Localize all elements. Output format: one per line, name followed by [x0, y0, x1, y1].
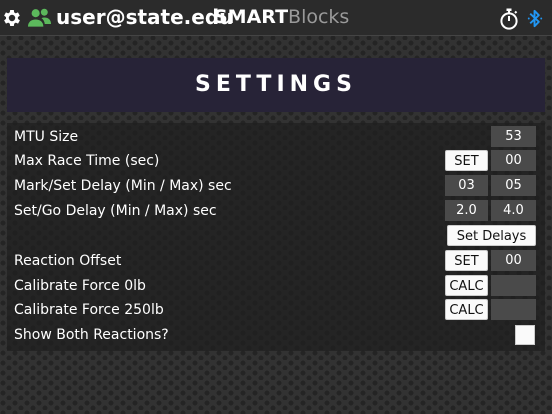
mark-set-delay-min[interactable]: 03 [445, 175, 488, 196]
app-logo-bold: SMART [214, 6, 289, 28]
title-panel: SETTINGS [7, 58, 545, 112]
page-title: SETTINGS [195, 72, 357, 97]
set-delays-button[interactable]: Set Delays [447, 225, 536, 246]
max-race-time-set-button[interactable]: SET [445, 150, 488, 171]
calibrate-force-0-calc-button[interactable]: CALC [445, 275, 488, 296]
settings-panel: MTU Size 53 Max Race Time (sec) SET 00 M… [7, 123, 545, 351]
gear-icon[interactable] [1, 7, 23, 29]
calibrate-force-250-value [491, 299, 536, 320]
set-go-delay-row: Set/Go Delay (Min / Max) sec 2.0 4.0 [7, 200, 545, 224]
calibrate-force-250-label: Calibrate Force 250lb [14, 302, 164, 318]
show-both-reactions-label: Show Both Reactions? [14, 327, 169, 343]
app-logo: SMARTBlocks [214, 6, 349, 28]
stopwatch-icon[interactable] [499, 8, 519, 30]
set-delays-row: Set Delays [7, 225, 545, 249]
calibrate-force-0-label: Calibrate Force 0lb [14, 278, 146, 294]
max-race-time-row: Max Race Time (sec) SET 00 [7, 150, 545, 174]
set-go-delay-label: Set/Go Delay (Min / Max) sec [14, 203, 217, 219]
bluetooth-icon[interactable] [527, 7, 543, 30]
show-both-reactions-checkbox[interactable] [515, 325, 535, 345]
top-bar: user@state.edu SMARTBlocks [0, 0, 552, 36]
calibrate-force-250-row: Calibrate Force 250lb CALC [7, 299, 545, 323]
reaction-offset-row: Reaction Offset SET 00 [7, 250, 545, 274]
max-race-time-value[interactable]: 00 [491, 150, 536, 171]
set-go-delay-max[interactable]: 4.0 [491, 200, 536, 221]
show-both-reactions-row: Show Both Reactions? [7, 324, 545, 348]
users-icon[interactable] [27, 7, 52, 29]
calibrate-force-250-calc-button[interactable]: CALC [445, 299, 488, 320]
max-race-time-label: Max Race Time (sec) [14, 153, 160, 169]
mtu-size-label: MTU Size [14, 129, 79, 145]
user-email: user@state.edu [56, 5, 234, 29]
reaction-offset-value[interactable]: 00 [491, 250, 536, 271]
mark-set-delay-max[interactable]: 05 [491, 175, 536, 196]
set-go-delay-min[interactable]: 2.0 [445, 200, 488, 221]
mark-set-delay-row: Mark/Set Delay (Min / Max) sec 03 05 [7, 175, 545, 199]
calibrate-force-0-value [491, 275, 536, 296]
calibrate-force-0-row: Calibrate Force 0lb CALC [7, 275, 545, 299]
reaction-offset-label: Reaction Offset [14, 253, 122, 269]
mtu-size-value[interactable]: 53 [491, 126, 536, 147]
mtu-size-row: MTU Size 53 [7, 126, 545, 150]
reaction-offset-set-button[interactable]: SET [445, 250, 488, 271]
mark-set-delay-label: Mark/Set Delay (Min / Max) sec [14, 178, 232, 194]
app-logo-light: Blocks [288, 6, 350, 28]
